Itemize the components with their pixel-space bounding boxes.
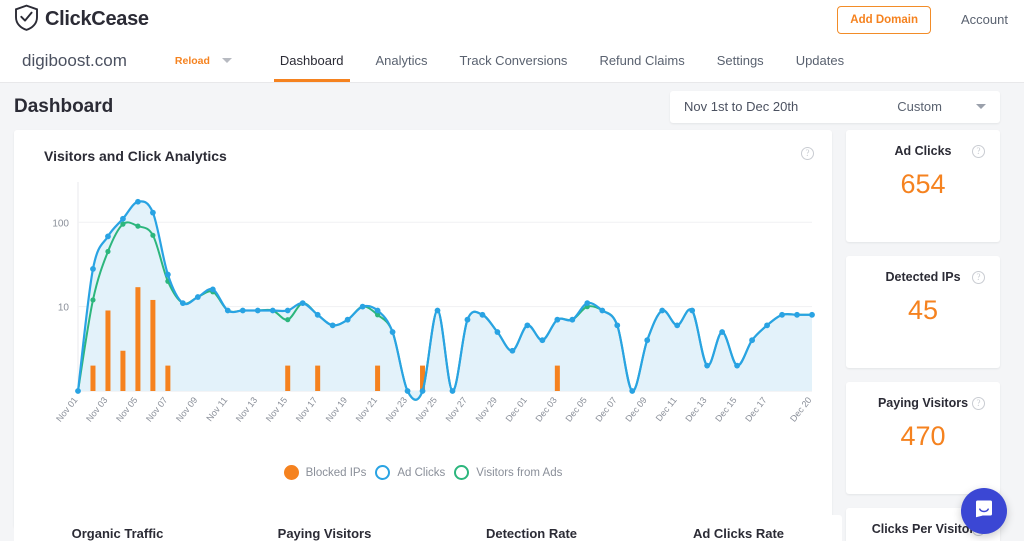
stat-value-detected-ips: 45: [907, 295, 939, 325]
svg-text:Nov 17: Nov 17: [294, 395, 319, 424]
legend-item-blocked-ips[interactable]: Blocked IPs: [283, 465, 367, 480]
chart-svg: 10100Nov 01 Nov 03 Nov 05 Nov 07 Nov 09 Nov 1…: [52, 182, 815, 424]
svg-text:Dec 09: Dec 09: [623, 395, 648, 424]
tab-refund-claims-label: Refund Claims: [599, 53, 685, 68]
svg-text:Dec 13: Dec 13: [683, 395, 708, 424]
stats-sidebar: Ad Clicks ? 654 Detected IPs ? 45 Paying…: [846, 130, 1000, 541]
date-range-mode: Custom: [897, 99, 942, 114]
tab-analytics[interactable]: Analytics: [360, 39, 444, 82]
bottom-metric-organic-traffic[interactable]: Organic Traffic: [14, 526, 221, 541]
brand-name: ClickCease: [45, 8, 149, 30]
svg-text:Dec 15: Dec 15: [713, 395, 738, 424]
stat-value-ad-clicks: 654: [900, 169, 946, 199]
stat-card-ad-clicks[interactable]: Ad Clicks ? 654: [846, 130, 1000, 242]
svg-text:Dec 20: Dec 20: [788, 395, 813, 424]
svg-text:Nov 21: Nov 21: [354, 395, 379, 424]
chat-bubble-icon: [973, 498, 995, 525]
current-domain-label[interactable]: digiboost.com: [22, 39, 127, 82]
visitors-click-analytics-card: Visitors and Click Analytics ? 10 100 Nov …: [14, 130, 832, 528]
stat-card-paying-visitors[interactable]: Paying Visitors ? 470: [846, 382, 1000, 494]
svg-text:Nov 01: Nov 01: [54, 395, 79, 424]
svg-text:Dec 11: Dec 11: [654, 395, 679, 423]
svg-text:Nov 11: Nov 11: [204, 395, 229, 423]
tab-dashboard[interactable]: Dashboard: [264, 39, 360, 82]
svg-text:Nov 13: Nov 13: [234, 395, 259, 424]
question-circle-icon[interactable]: ?: [972, 397, 985, 410]
tab-settings[interactable]: Settings: [701, 39, 780, 82]
chevron-down-icon: [976, 104, 986, 109]
svg-text:Dec 07: Dec 07: [593, 395, 618, 424]
bottom-metric-ad-clicks-rate[interactable]: Ad Clicks Rate: [635, 526, 842, 541]
reload-control[interactable]: Reload: [175, 39, 232, 82]
intercom-chat-launcher[interactable]: [961, 488, 1007, 534]
legend-item-ad-clicks[interactable]: Ad Clicks: [375, 465, 445, 480]
svg-text:Nov 07: Nov 07: [144, 395, 169, 424]
legend-swatch-blocked-ips: [283, 465, 299, 480]
svg-text:Dec 01: Dec 01: [504, 395, 529, 424]
svg-text:Dec 03: Dec 03: [533, 395, 558, 424]
legend-label-visitors-from-ads: Visitors from Ads: [476, 466, 563, 479]
brand-logo[interactable]: ClickCease: [14, 4, 149, 36]
page-title-bar: Dashboard Nov 1st to Dec 20th Custom: [0, 83, 1024, 130]
question-circle-icon[interactable]: ?: [801, 147, 814, 160]
legend-swatch-ad-clicks: [375, 465, 391, 480]
date-range-value: Nov 1st to Dec 20th: [684, 99, 799, 114]
question-circle-icon[interactable]: ?: [972, 145, 985, 158]
svg-text:Nov 23: Nov 23: [384, 395, 409, 424]
tab-dashboard-label: Dashboard: [279, 53, 344, 68]
add-domain-button[interactable]: Add Domain: [837, 5, 932, 34]
tab-track-conversions-label: Track Conversions: [459, 53, 568, 68]
stat-card-detected-ips[interactable]: Detected IPs ? 45: [846, 256, 1000, 368]
page-title: Dashboard: [14, 95, 114, 117]
shield-check-icon: [14, 4, 39, 36]
nav-tabs: Dashboard Analytics Track Conversions Re…: [264, 39, 860, 82]
bottom-metrics-strip: Organic Traffic Paying Visitors Detectio…: [14, 515, 842, 541]
svg-text:Nov 27: Nov 27: [444, 395, 469, 424]
chart-legend: Blocked IPs Ad Clicks Visitors from Ads: [30, 465, 816, 480]
svg-text:Dec 05: Dec 05: [563, 395, 588, 424]
legend-label-ad-clicks: Ad Clicks: [397, 466, 446, 479]
svg-text:Nov 03: Nov 03: [84, 395, 109, 424]
svg-text:10: 10: [58, 303, 70, 314]
tab-updates[interactable]: Updates: [780, 39, 860, 82]
tab-updates-label: Updates: [795, 53, 845, 68]
bottom-metric-detection-rate[interactable]: Detection Rate: [428, 526, 635, 541]
chevron-down-icon: [221, 58, 232, 63]
tab-analytics-label: Analytics: [375, 53, 428, 68]
bottom-metric-paying-visitors[interactable]: Paying Visitors: [221, 526, 428, 541]
svg-text:100: 100: [52, 218, 69, 229]
svg-text:Nov 19: Nov 19: [324, 395, 349, 424]
svg-text:Nov 29: Nov 29: [474, 395, 499, 424]
question-circle-icon[interactable]: ?: [972, 271, 985, 284]
chart-title: Visitors and Click Analytics: [44, 148, 227, 164]
tab-track-conversions[interactable]: Track Conversions: [444, 39, 584, 82]
legend-label-blocked-ips: Blocked IPs: [305, 466, 367, 479]
tab-refund-claims[interactable]: Refund Claims: [583, 39, 700, 82]
stat-value-paying-visitors: 470: [900, 421, 946, 451]
date-range-picker[interactable]: Nov 1st to Dec 20th Custom: [670, 90, 1000, 123]
svg-text:Dec 17: Dec 17: [743, 395, 768, 424]
legend-item-visitors-from-ads[interactable]: Visitors from Ads: [454, 465, 562, 480]
account-link[interactable]: Account: [961, 12, 1008, 27]
legend-swatch-visitors-from-ads: [454, 465, 470, 480]
main-navigation-bar: digiboost.com Reload Dashboard Analytics…: [0, 39, 1024, 83]
tab-settings-label: Settings: [716, 53, 764, 68]
svg-text:Nov 05: Nov 05: [114, 395, 139, 424]
svg-text:Nov 15: Nov 15: [264, 395, 289, 424]
svg-text:Nov 09: Nov 09: [174, 395, 199, 424]
main-layout: Visitors and Click Analytics ? 10 100 Nov …: [0, 130, 1024, 541]
analytics-chart[interactable]: 10 100 Nov 01 Nov 03 Nov 05 Nov 07 Nov 09 Nov 1…: [30, 168, 816, 463]
reload-label: Reload: [174, 54, 210, 67]
top-header-bar: ClickCease Add Domain Account: [0, 0, 1024, 39]
